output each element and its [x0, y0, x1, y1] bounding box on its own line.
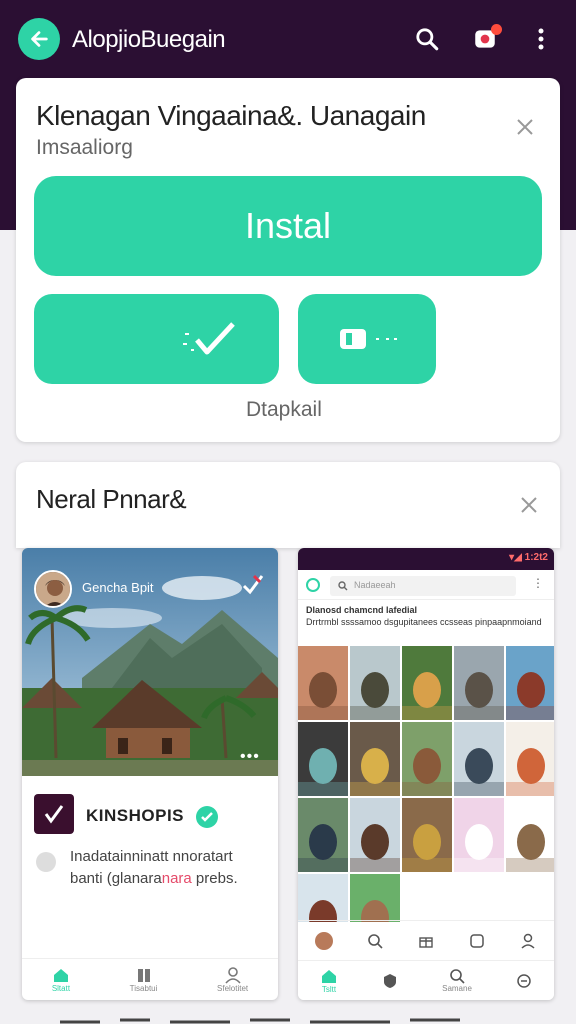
screenshots-card: Neral Pnnar& — [16, 462, 560, 548]
more-vertical-icon — [538, 28, 544, 50]
app-name: Klenagan Vingaaina&. Uanagain — [36, 100, 426, 131]
pin-icon[interactable] — [240, 572, 264, 601]
grid-image[interactable] — [350, 798, 400, 872]
next-card-peek — [60, 1018, 460, 1024]
app-title: AlopjioBuegain — [72, 26, 226, 53]
grid-image[interactable] — [298, 722, 348, 796]
nav-home[interactable]: Tsltt — [320, 967, 338, 994]
nav-search[interactable]: Samane — [442, 968, 472, 993]
screenshot-preview-left[interactable]: Gencha Bpit ••• KINSHOPIS Inadatainninat… — [22, 548, 278, 1000]
profile-icon[interactable] — [519, 932, 537, 950]
close-screenshots-button[interactable] — [514, 490, 544, 520]
grid-image[interactable] — [402, 798, 452, 872]
home-icon — [53, 969, 68, 982]
grid-image[interactable] — [298, 646, 348, 720]
close-icon — [521, 497, 537, 513]
grid-image[interactable] — [402, 722, 452, 796]
toggle-button[interactable] — [298, 294, 436, 384]
preview-bottom-nav: Sltatt Tisabtui Sfelotitet — [22, 958, 278, 1000]
back-button[interactable] — [18, 18, 60, 60]
search-icon[interactable] — [366, 932, 384, 950]
nav-home[interactable]: Sltatt — [52, 966, 70, 993]
square-icon[interactable] — [468, 932, 486, 950]
grid-image[interactable] — [506, 646, 554, 720]
close-icon — [517, 119, 533, 135]
brand-name: KINSHOPIS — [86, 806, 185, 825]
preview-description: Inadatainninatt nnoratart banti (glanara… — [70, 848, 238, 887]
brand-logo — [34, 794, 74, 834]
profile-thumb[interactable] — [314, 931, 333, 950]
library-icon — [137, 969, 150, 982]
preview-right-bottom-nav: Tsltt Samane — [298, 960, 554, 1000]
secondary-label: Dtapkail — [246, 398, 322, 421]
hero-image: Gencha Bpit ••• — [22, 548, 278, 776]
install-card: Klenagan Vingaaina&. Uanagain Imsaaliorg… — [16, 78, 560, 442]
info-icon — [36, 852, 56, 872]
more-options-button[interactable] — [524, 22, 558, 56]
check-icon — [182, 322, 235, 355]
home-icon — [322, 970, 337, 983]
nav-shield[interactable] — [382, 973, 398, 989]
grid-image[interactable] — [454, 722, 504, 796]
chat-icon — [517, 973, 531, 988]
grid-image[interactable] — [350, 874, 400, 922]
preview-action-bar — [298, 920, 554, 960]
grid-image[interactable] — [298, 874, 348, 922]
profile-icon — [224, 967, 241, 984]
avatar — [34, 570, 72, 608]
nav-chat[interactable] — [516, 973, 532, 989]
install-button[interactable]: Instal — [34, 176, 542, 276]
app-logo-icon — [306, 578, 320, 592]
hero-label: Gencha Bpit — [82, 580, 154, 595]
search-icon — [338, 581, 348, 591]
screenshots-title: Neral Pnnar& — [36, 484, 187, 514]
more-dots-icon[interactable]: ••• — [240, 748, 260, 766]
notifications-button[interactable] — [468, 22, 502, 56]
app-subtitle: Imsaaliorg — [36, 136, 133, 159]
status-text: ▾◢ 1:2t2 — [509, 552, 548, 563]
verified-badge-icon — [196, 806, 218, 828]
search-row: Nadaeeah ⋮ — [298, 570, 554, 600]
feed-headline: Dlanosd chamcnd lafedial Drrtrmbl ssssam… — [306, 605, 542, 627]
more-vertical-icon[interactable]: ⋮ — [532, 576, 544, 590]
grid-image[interactable] — [454, 798, 504, 872]
grid-image[interactable] — [350, 646, 400, 720]
nav-library[interactable]: Tisabtui — [130, 966, 157, 993]
nav-profile[interactable]: Sfelotitet — [217, 966, 248, 993]
grid-image[interactable] — [506, 722, 554, 796]
grid-image[interactable] — [506, 798, 554, 872]
app-bar-row: AlopjioBuegain — [0, 0, 576, 80]
search-icon — [450, 969, 465, 984]
back-arrow-icon — [31, 31, 48, 47]
gift-icon[interactable] — [417, 932, 435, 950]
grid-image[interactable] — [350, 722, 400, 796]
grid-image[interactable] — [402, 646, 452, 720]
toggle-icon — [340, 329, 397, 349]
notification-badge — [491, 24, 502, 35]
screenshot-preview-right[interactable]: ▾◢ 1:2t2 Nadaeeah ⋮ Dlanosd chamcnd lafe… — [298, 548, 554, 1000]
grid-image[interactable] — [298, 798, 348, 872]
grid-image[interactable] — [454, 646, 504, 720]
close-button[interactable] — [510, 112, 540, 142]
shield-icon — [384, 973, 397, 988]
search-button[interactable] — [410, 22, 444, 56]
search-icon — [416, 28, 439, 51]
verify-button[interactable] — [34, 294, 279, 384]
status-bar: ▾◢ 1:2t2 — [298, 548, 554, 570]
search-field[interactable]: Nadaeeah — [330, 576, 516, 596]
